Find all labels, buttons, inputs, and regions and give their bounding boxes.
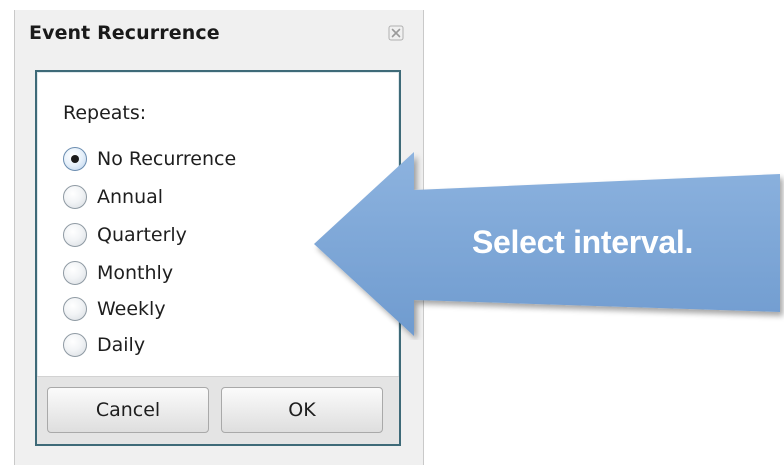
option-label: Quarterly bbox=[97, 224, 187, 246]
dialog-title: Event Recurrence bbox=[29, 22, 220, 44]
option-quarterly[interactable]: Quarterly bbox=[63, 220, 187, 250]
option-label: Daily bbox=[97, 334, 146, 356]
option-weekly[interactable]: Weekly bbox=[63, 294, 166, 324]
radio-unchecked-icon[interactable] bbox=[63, 261, 87, 285]
option-annual[interactable]: Annual bbox=[63, 182, 163, 212]
radio-unchecked-icon[interactable] bbox=[63, 223, 87, 247]
close-icon[interactable] bbox=[387, 24, 405, 42]
option-label: Monthly bbox=[97, 262, 174, 284]
option-label: Annual bbox=[97, 186, 164, 208]
option-label: No Recurrence bbox=[97, 148, 237, 170]
radio-unchecked-icon[interactable] bbox=[63, 297, 87, 321]
button-bar: Cancel OK bbox=[37, 376, 399, 444]
ok-button[interactable]: OK bbox=[221, 387, 383, 433]
cancel-button[interactable]: Cancel bbox=[47, 387, 209, 433]
radio-unchecked-icon[interactable] bbox=[63, 333, 87, 357]
option-daily[interactable]: Daily bbox=[63, 330, 145, 360]
radio-checked-icon[interactable] bbox=[63, 147, 87, 171]
callout-text: Select interval. bbox=[472, 224, 694, 260]
option-monthly[interactable]: Monthly bbox=[63, 258, 173, 288]
dialog-titlebar: Event Recurrence bbox=[15, 10, 423, 54]
option-no-recurrence[interactable]: No Recurrence bbox=[63, 144, 236, 174]
option-label: Weekly bbox=[97, 298, 166, 320]
screenshot-stage: Event Recurrence Repeats: No Recurrence … bbox=[0, 0, 784, 465]
radio-unchecked-icon[interactable] bbox=[63, 185, 87, 209]
repeats-label: Repeats: bbox=[63, 102, 147, 124]
